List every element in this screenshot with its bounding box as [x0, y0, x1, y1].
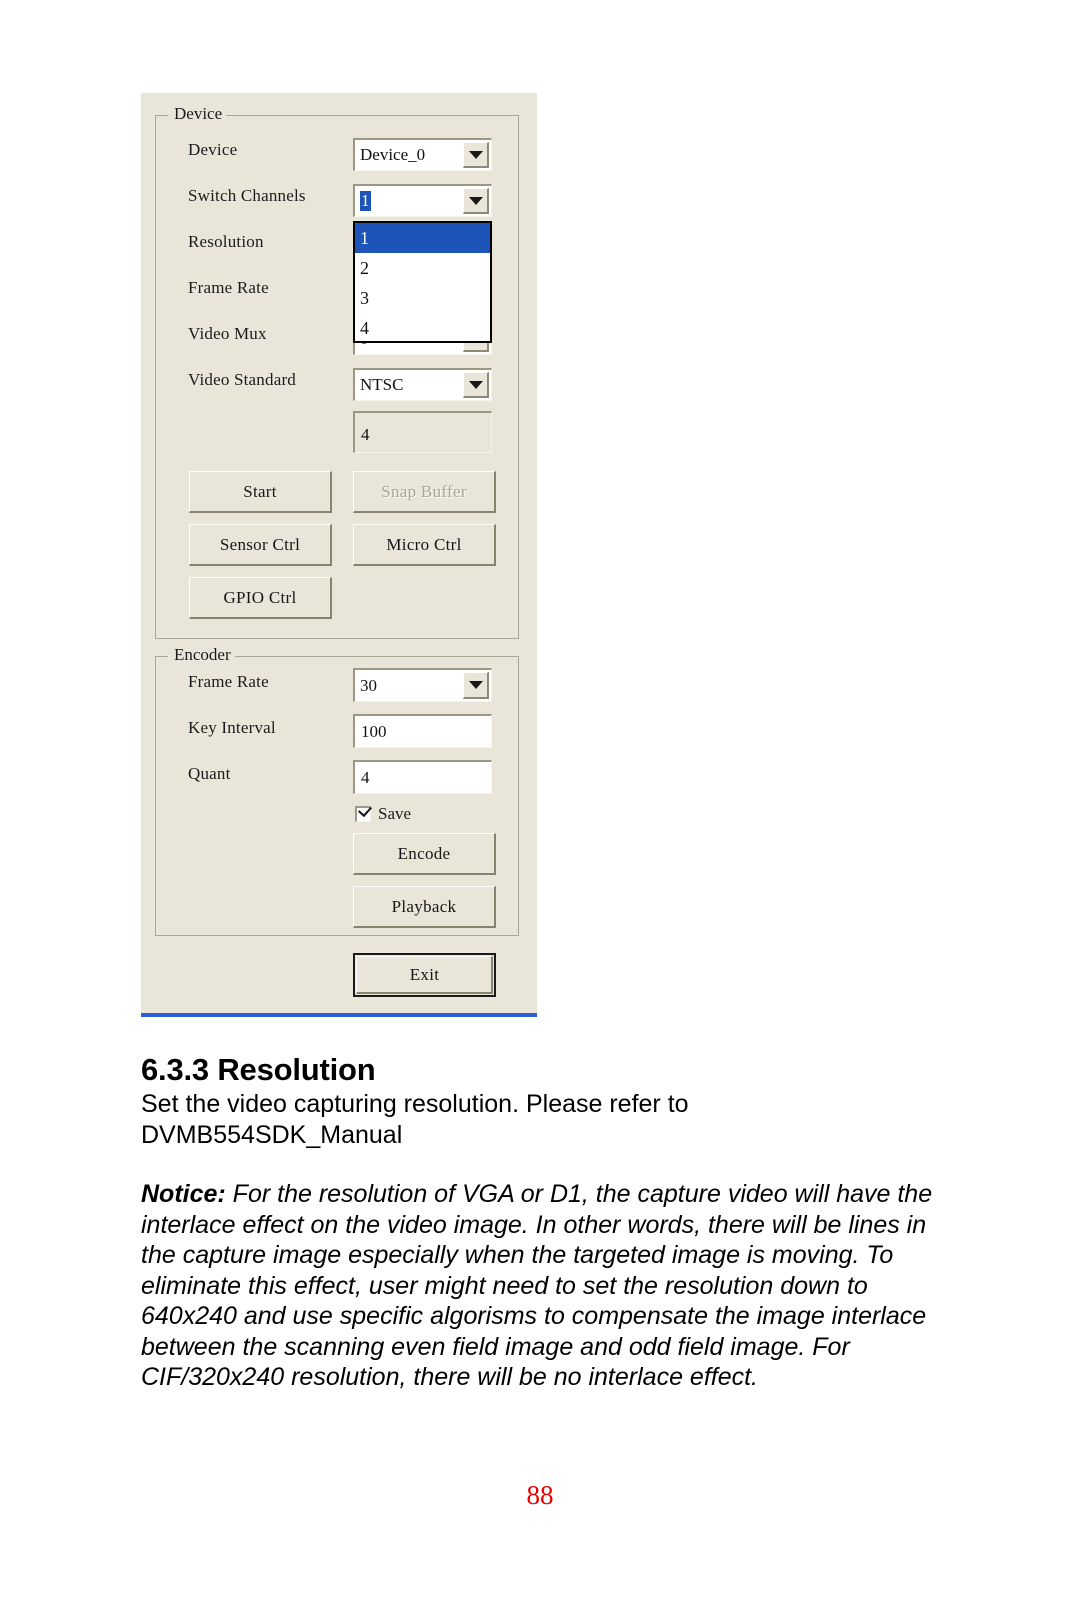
chevron-down-icon [468, 150, 483, 159]
label-frame-rate: Frame Rate [188, 278, 269, 297]
device-groupbox-legend: Device [170, 104, 227, 124]
dropdown-option-3[interactable]: 3 [355, 283, 490, 313]
dropdown-option-1[interactable]: 1 [355, 223, 490, 253]
video-standard-combobox[interactable]: NTSC [353, 368, 492, 401]
micro-ctrl-button-label: Micro Ctrl [386, 534, 462, 554]
label-switch-channels: Switch Channels [188, 186, 306, 205]
micro-ctrl-button[interactable]: Micro Ctrl [353, 524, 496, 566]
checkmark-icon [358, 802, 372, 818]
switch-channels-selected-text: 1 [360, 191, 371, 211]
switch-channels-dropdown-list[interactable]: 1 2 3 4 [353, 221, 492, 343]
encoder-groupbox-legend: Encoder [170, 645, 235, 665]
switch-channels-combobox-value: 1 [360, 191, 371, 211]
quant-textbox[interactable]: 4 [353, 760, 492, 794]
groupbox-border-left [156, 656, 168, 657]
save-checkbox[interactable] [355, 802, 372, 822]
notice-body: For the resolution of VGA or D1, the cap… [141, 1180, 933, 1391]
chevron-down-icon [468, 196, 483, 205]
dropdown-option-4[interactable]: 4 [355, 313, 490, 343]
exit-button[interactable]: Exit [353, 953, 496, 997]
playback-button[interactable]: Playback [353, 886, 496, 928]
video-standard-combobox-arrow-button[interactable] [463, 372, 489, 398]
chevron-down-icon [468, 380, 483, 389]
device-extra-value-textbox[interactable]: 4 [353, 411, 492, 453]
groupbox-border-right [223, 656, 518, 657]
sensor-ctrl-button-label: Sensor Ctrl [219, 534, 301, 554]
encode-button[interactable]: Encode [353, 833, 496, 875]
gpio-ctrl-button[interactable]: GPIO Ctrl [189, 577, 332, 619]
chevron-down-icon [468, 681, 483, 689]
snap-buffer-button-label: Snap Buffer [381, 481, 467, 501]
snap-buffer-button[interactable]: Snap Buffer [353, 471, 496, 513]
groupbox-border-left [156, 115, 168, 116]
page-number: 88 [526, 1480, 554, 1510]
key-interval-value: 100 [361, 721, 387, 741]
label-quant: Quant [188, 764, 231, 783]
device-combobox-value: Device_0 [360, 145, 426, 164]
switch-channels-combobox[interactable]: 1 [353, 184, 492, 217]
switch-channels-combobox-arrow-button[interactable] [463, 188, 489, 214]
encode-button-label: Encode [397, 843, 451, 863]
page-title: 6.3.3 Resolution [141, 1052, 376, 1087]
exit-button-label: Exit [409, 965, 440, 984]
encoder-frame-rate-arrow-button[interactable] [463, 672, 489, 699]
groupbox-border-right [218, 115, 518, 116]
save-checkbox-row[interactable]: Save [355, 802, 412, 824]
label-resolution: Resolution [188, 232, 264, 251]
key-interval-textbox[interactable]: 100 [353, 714, 492, 748]
start-button-label: Start [243, 481, 277, 501]
intro-paragraph: Set the video capturing resolution. Plea… [141, 1090, 689, 1149]
device-combobox-arrow-button[interactable] [463, 142, 489, 168]
start-button[interactable]: Start [189, 471, 332, 513]
dropdown-option-2[interactable]: 2 [355, 253, 490, 283]
label-device: Device [188, 140, 238, 159]
playback-button-label: Playback [391, 896, 457, 916]
encoder-frame-rate-combobox[interactable]: 30 [353, 668, 492, 702]
label-video-mux: Video Mux [188, 324, 267, 343]
video-standard-combobox-value: NTSC [360, 375, 404, 394]
figure-horizontal-rule [141, 1013, 537, 1017]
save-checkbox-label: Save [378, 804, 412, 823]
label-video-standard: Video Standard [188, 370, 297, 389]
notice-label: Notice: [141, 1180, 226, 1208]
label-encoder-frame-rate: Frame Rate [188, 672, 269, 691]
gpio-ctrl-button-label: GPIO Ctrl [223, 587, 297, 607]
device-extra-value-text: 4 [361, 425, 370, 444]
encoder-frame-rate-value: 30 [360, 675, 377, 695]
label-key-interval: Key Interval [188, 718, 276, 737]
capture-settings-dialog-screenshot: Device Device Switch Channels Resolution… [141, 93, 537, 1013]
device-combobox[interactable]: Device_0 [353, 138, 492, 171]
notice-paragraph: Notice: For the resolution of VGA or D1,… [141, 1179, 941, 1393]
sensor-ctrl-button[interactable]: Sensor Ctrl [189, 524, 332, 566]
quant-value: 4 [361, 767, 370, 787]
